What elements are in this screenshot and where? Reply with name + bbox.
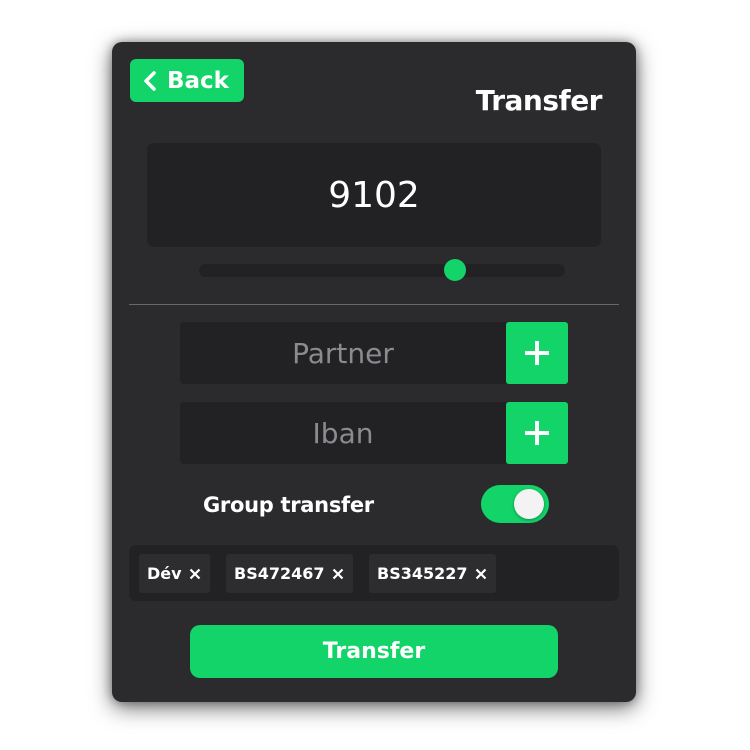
tag-label: Dév [147,564,182,583]
amount-value: 9102 [328,174,420,216]
close-icon[interactable] [332,568,344,580]
chevron-left-icon [144,70,156,91]
transfer-submit-label: Transfer [322,639,426,664]
partner-field[interactable]: Partner [180,322,506,384]
page-title: Transfer [475,84,603,117]
close-icon[interactable] [475,568,487,580]
tags-container: Dév BS472467 BS345227 [129,545,619,601]
back-button-label: Back [167,67,229,94]
group-transfer-label: Group transfer [203,493,374,517]
tag-chip: BS345227 [369,554,496,593]
tag-chip: BS472467 [226,554,353,593]
divider [129,304,619,305]
slider-thumb[interactable] [444,259,467,281]
plus-icon [525,421,549,445]
partner-placeholder: Partner [292,336,394,370]
add-partner-button[interactable] [506,322,568,384]
amount-slider[interactable] [199,259,565,281]
tag-label: BS345227 [377,564,468,583]
plus-icon [525,341,549,365]
close-icon[interactable] [189,568,201,580]
add-iban-button[interactable] [506,402,568,464]
toggle-knob [514,489,544,519]
back-button[interactable]: Back [130,59,244,102]
group-transfer-toggle[interactable] [481,485,549,523]
tag-chip: Dév [139,554,210,593]
iban-placeholder: Iban [312,416,374,450]
transfer-panel: Back Transfer 9102 Partner Iban Group tr… [112,42,636,702]
iban-field[interactable]: Iban [180,402,506,464]
amount-display[interactable]: 9102 [147,143,601,247]
transfer-submit-button[interactable]: Transfer [190,625,558,678]
tag-label: BS472467 [234,564,325,583]
